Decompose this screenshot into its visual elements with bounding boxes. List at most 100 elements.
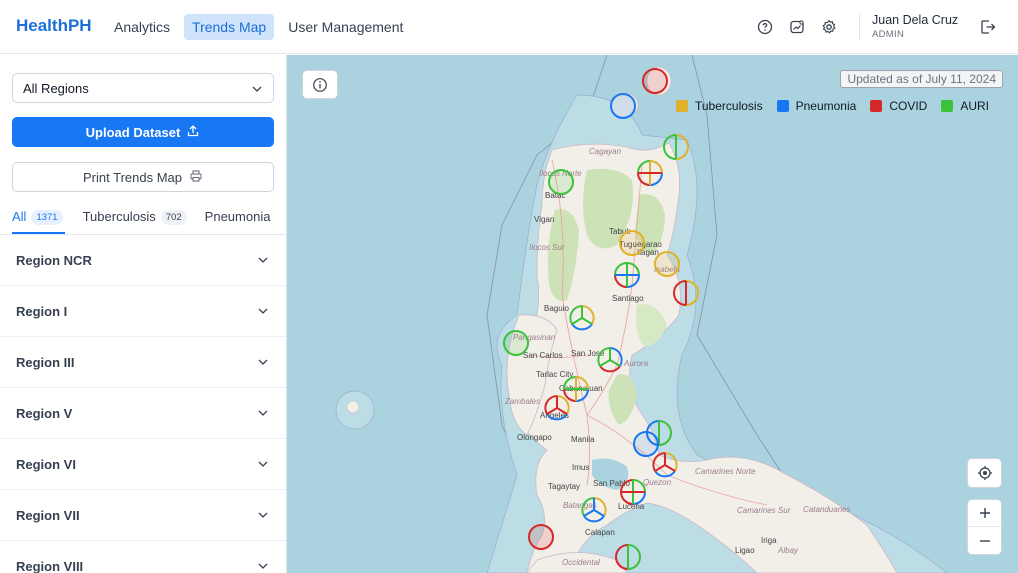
chevron-down-icon xyxy=(258,308,268,314)
legend-label: COVID xyxy=(889,99,928,113)
map-marker[interactable] xyxy=(569,305,595,331)
region-label: Region VII xyxy=(16,507,80,523)
chevron-down-icon xyxy=(258,359,268,365)
tab-label: Pneumonia xyxy=(204,209,271,224)
region-item-vi[interactable]: Region VI xyxy=(0,439,286,490)
updated-timestamp: Updated as of July 11, 2024 xyxy=(840,70,1003,88)
map-marker[interactable] xyxy=(654,251,680,277)
map-marker[interactable] xyxy=(642,68,668,94)
legend-swatch xyxy=(941,100,954,112)
user-profile[interactable]: Juan Dela Cruz ADMIN xyxy=(872,13,958,40)
tab-count-badge: 1371 xyxy=(31,210,63,225)
trends-map[interactable]: Cagayan Ilocos Norte Batac Vigan Tuguega… xyxy=(287,55,1018,573)
region-list: Region NCR Region I Region III Region V … xyxy=(0,235,286,573)
disease-markers xyxy=(503,68,699,570)
print-trends-map-button[interactable]: Print Trends Map xyxy=(12,162,274,192)
chevron-down-icon xyxy=(258,512,268,518)
region-item-i[interactable]: Region I xyxy=(0,286,286,337)
map-marker[interactable] xyxy=(528,524,554,550)
crosshair-icon xyxy=(977,466,992,480)
legend-swatch xyxy=(676,100,688,112)
map-marker[interactable] xyxy=(633,431,659,457)
main-nav: Analytics Trends Map User Management xyxy=(106,14,411,40)
legend-label: Pneumonia xyxy=(795,99,857,113)
zoom-control xyxy=(967,499,1002,555)
sidebar: All Regions Upload Dataset Print Trends … xyxy=(0,55,287,573)
user-name: Juan Dela Cruz xyxy=(872,13,959,27)
tab-count-badge: 702 xyxy=(160,210,187,225)
tab-label: Tuberculosis xyxy=(82,209,156,224)
zoom-in-button[interactable] xyxy=(968,500,1001,528)
header-divider xyxy=(859,14,860,40)
map-marker[interactable] xyxy=(615,544,641,570)
chevron-down-icon xyxy=(251,83,263,98)
upload-dataset-label: Upload Dataset xyxy=(85,124,181,140)
region-item-ncr[interactable]: Region NCR xyxy=(0,235,286,286)
chevron-down-icon xyxy=(258,257,268,263)
legend-item-tuberculosis: Tuberculosis xyxy=(676,99,763,113)
minus-icon xyxy=(979,539,990,542)
chevron-down-icon xyxy=(258,410,268,416)
region-label: Region NCR xyxy=(16,252,92,268)
map-marker[interactable] xyxy=(614,262,640,288)
map-marker[interactable] xyxy=(548,169,574,195)
legend-label: AURI xyxy=(960,99,989,113)
map-marker[interactable] xyxy=(663,134,689,160)
region-select-value: All Regions xyxy=(23,81,89,96)
region-item-viii[interactable]: Region VIII xyxy=(0,541,286,573)
zoom-out-button[interactable] xyxy=(968,527,1001,554)
logout-icon[interactable] xyxy=(979,18,997,36)
user-role: ADMIN xyxy=(872,29,905,40)
question-circle-icon[interactable] xyxy=(756,18,774,36)
map-marker[interactable] xyxy=(581,497,607,523)
gear-icon[interactable] xyxy=(820,18,838,36)
region-label: Region I xyxy=(16,303,68,319)
region-label: Region V xyxy=(16,405,73,421)
tab-all[interactable]: All 1371 xyxy=(12,207,65,234)
region-item-vii[interactable]: Region VII xyxy=(0,490,286,541)
map-marker[interactable] xyxy=(619,230,645,256)
region-label: Region VIII xyxy=(16,558,84,573)
disease-tabs: All 1371 Tuberculosis 702 Pneumonia xyxy=(0,207,286,235)
legend-item-pneumonia: Pneumonia xyxy=(776,99,857,113)
printer-icon xyxy=(189,169,203,186)
legend-item-auri: AURI xyxy=(941,99,989,113)
brand-logo[interactable]: HealthPH xyxy=(16,16,92,36)
nav-trends-map[interactable]: Trends Map xyxy=(184,14,275,40)
locate-button[interactable] xyxy=(967,458,1002,488)
map-marker[interactable] xyxy=(673,280,699,306)
map-marker[interactable] xyxy=(563,376,589,402)
region-item-iii[interactable]: Region III xyxy=(0,337,286,388)
region-item-v[interactable]: Region V xyxy=(0,388,286,439)
map-info-button[interactable] xyxy=(302,70,338,99)
chevron-down-icon xyxy=(258,563,268,569)
tab-label: All xyxy=(12,209,27,224)
map-marker[interactable] xyxy=(652,452,678,478)
map-marker[interactable] xyxy=(544,395,570,421)
upload-icon xyxy=(186,124,200,141)
legend-item-covid: COVID xyxy=(870,99,927,113)
map-marker[interactable] xyxy=(503,330,529,356)
nav-analytics[interactable]: Analytics xyxy=(106,14,178,40)
chart-icon[interactable] xyxy=(788,18,806,36)
map-marker[interactable] xyxy=(610,93,636,119)
region-label: Region III xyxy=(16,354,75,370)
map-legend: Tuberculosis Pneumonia COVID AURI xyxy=(676,99,989,113)
info-icon xyxy=(313,77,327,92)
tab-pneumonia[interactable]: Pneumonia xyxy=(205,207,271,234)
plus-icon xyxy=(979,508,990,518)
top-navigation-bar: HealthPH Analytics Trends Map User Manag… xyxy=(0,0,1018,54)
map-marker[interactable] xyxy=(637,160,663,186)
nav-user-management[interactable]: User Management xyxy=(280,14,411,40)
tab-tuberculosis[interactable]: Tuberculosis 702 xyxy=(83,207,187,234)
legend-label: Tuberculosis xyxy=(695,99,763,113)
legend-swatch xyxy=(870,100,883,112)
map-marker[interactable] xyxy=(597,347,623,373)
map-marker[interactable] xyxy=(620,479,646,505)
upload-dataset-button[interactable]: Upload Dataset xyxy=(12,117,274,147)
legend-swatch xyxy=(776,100,789,112)
region-label: Region VI xyxy=(16,456,76,472)
chevron-down-icon xyxy=(258,461,268,467)
region-select[interactable]: All Regions xyxy=(12,73,274,103)
print-trends-map-label: Print Trends Map xyxy=(83,169,182,185)
